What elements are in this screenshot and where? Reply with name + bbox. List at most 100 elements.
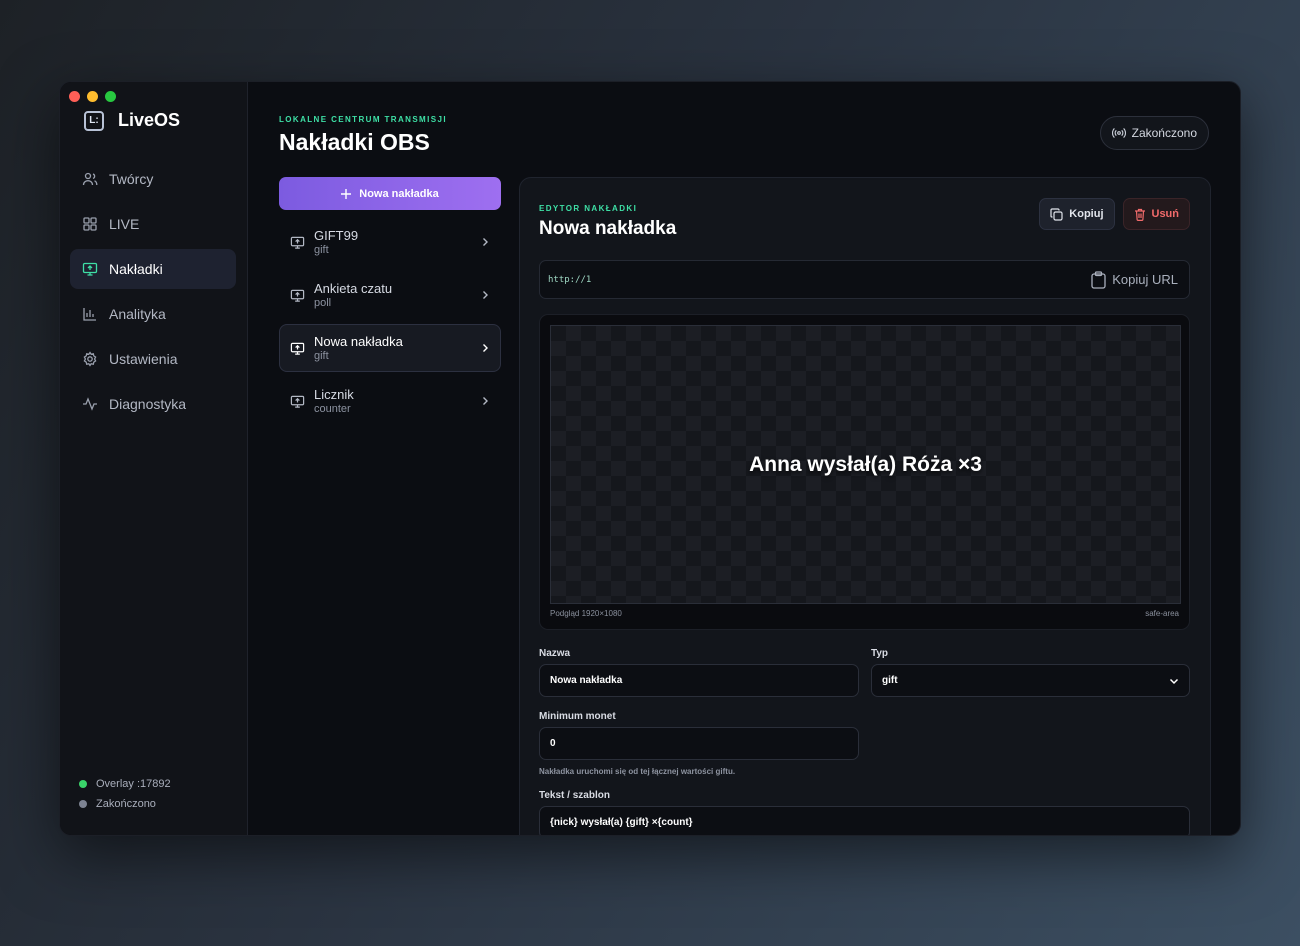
overlay-item-type: poll [314, 296, 332, 309]
sidebar-item-tworcy[interactable]: Twórcy [70, 159, 236, 199]
trash-icon [1134, 208, 1145, 221]
name-value: Nowa nakładka [550, 675, 623, 686]
copy-url-button[interactable]: Kopiuj URL [1091, 270, 1189, 289]
overlay-item[interactable]: Licznik counter [279, 377, 501, 425]
sidebar-item-label: Ustawienia [109, 351, 178, 367]
name-label: Nazwa [539, 648, 571, 659]
preview-footer: Podgląd 1920×1080 safe-area [550, 609, 1179, 618]
copy-button[interactable]: Kopiuj [1039, 198, 1115, 230]
overlay-preview: Anna wysłał(a) Róża ×3 [550, 325, 1181, 604]
overlay-item-name: GIFT99 [314, 227, 359, 243]
overlay-url-field[interactable]: http://1 Kopiuj URL [539, 260, 1190, 299]
minimize-window-button[interactable] [87, 91, 98, 102]
sidebar-nav: Twórcy LIVE Nakładki Analityka Ustawieni… [70, 159, 236, 429]
template-field[interactable]: {nick} wysłał(a) {gift} ×{count} [539, 806, 1190, 835]
broadcast-icon [1111, 127, 1126, 139]
main-content: LOKALNE CENTRUM TRANSMISJI Nakładki OBS … [248, 82, 1240, 835]
chevron-right-icon [483, 397, 488, 405]
template-label: Tekst / szablon [539, 790, 610, 801]
clipboard-icon [1091, 270, 1106, 289]
preview-text: Anna wysłał(a) Róża ×3 [749, 452, 982, 476]
chevron-right-icon [483, 344, 488, 352]
overlay-item-name: Ankieta czatu [314, 280, 393, 296]
overlay-item-selected[interactable]: Nowa nakładka gift [279, 324, 501, 372]
gear-icon [83, 351, 97, 367]
bar-chart-icon [83, 308, 96, 321]
name-field[interactable]: Nowa nakładka [539, 664, 859, 697]
logo-icon: L: [84, 110, 104, 131]
overlay-status-label: Overlay :17892 [96, 778, 171, 790]
preview-caption: Podgląd 1920×1080 [550, 609, 622, 618]
monitor-icon [82, 262, 98, 276]
sidebar-item-nakladki[interactable]: Nakładki [70, 249, 236, 289]
type-label: Typ [871, 648, 889, 659]
chevron-right-icon [483, 291, 488, 299]
status-panel: Overlay :17892 Zakończono [79, 774, 171, 814]
sidebar-item-label: LIVE [109, 216, 140, 232]
page-title: Nakładki OBS [279, 129, 430, 155]
monitor-icon [290, 342, 305, 355]
overlay-list: Nowa nakładka GIFT99 gift Ankieta czatu … [279, 177, 501, 430]
stream-status-pill[interactable]: Zakończono [1099, 116, 1209, 150]
overlay-item-name: Nowa nakładka [314, 333, 403, 349]
overlay-url: http://1 [548, 274, 592, 285]
app-window: L: LiveOS Twórcy LIVE Nakładki Analityka [59, 81, 1241, 836]
min-coins-field[interactable]: 0 [539, 727, 859, 760]
overlay-item-type: counter [314, 402, 351, 415]
sidebar-item-label: Analityka [109, 306, 166, 322]
delete-button[interactable]: Usuń [1122, 198, 1190, 230]
offline-dot-icon [79, 800, 87, 808]
new-overlay-label: Nowa nakładka [359, 187, 439, 200]
delete-button-label: Usuń [1151, 208, 1180, 220]
min-coins-value: 0 [550, 738, 556, 749]
sidebar-item-label: Twórcy [109, 171, 154, 187]
app-name: LiveOS [118, 110, 181, 130]
type-select[interactable]: gift [871, 664, 1190, 697]
overlay-item-name: Licznik [314, 386, 354, 402]
monitor-icon [290, 289, 305, 302]
sidebar-item-live[interactable]: LIVE [70, 204, 236, 244]
overlay-status: Overlay :17892 [79, 774, 171, 794]
users-icon [82, 172, 98, 186]
sidebar-item-ustawienia[interactable]: Ustawienia [70, 339, 236, 379]
overlay-item[interactable]: Ankieta czatu poll [279, 271, 501, 319]
editor-title: Nowa nakładka [539, 218, 677, 239]
stream-status-text: Zakończono [1131, 126, 1197, 140]
sidebar: L: LiveOS Twórcy LIVE Nakładki Analityka [60, 82, 248, 835]
chevron-right-icon [483, 238, 488, 246]
copy-button-label: Kopiuj [1069, 208, 1104, 220]
min-coins-label: Minimum monet [539, 711, 616, 722]
copy-url-label: Kopiuj URL [1112, 272, 1178, 287]
sidebar-item-diagnostyka[interactable]: Diagnostyka [70, 384, 236, 424]
overlay-editor: EDYTOR NAKŁADKI Nowa nakładka Kopiuj Usu… [519, 177, 1211, 835]
window-controls [69, 91, 116, 102]
sidebar-item-analityka[interactable]: Analityka [70, 294, 236, 334]
template-value: {nick} wysłał(a) {gift} ×{count} [550, 817, 693, 828]
editor-eyebrow: EDYTOR NAKŁADKI [539, 204, 638, 213]
sidebar-item-label: Nakładki [109, 261, 163, 277]
overlay-item[interactable]: GIFT99 gift [279, 218, 501, 266]
zoom-window-button[interactable] [105, 91, 116, 102]
brand: L: LiveOS [84, 110, 180, 131]
overlay-item-type: gift [314, 349, 329, 362]
sidebar-item-label: Diagnostyka [109, 396, 187, 412]
stream-status: Zakończono [79, 794, 171, 814]
monitor-icon [290, 395, 305, 408]
close-window-button[interactable] [69, 91, 80, 102]
monitor-icon [290, 236, 305, 249]
activity-icon [83, 397, 97, 411]
grid-icon [83, 217, 97, 231]
plus-icon [341, 188, 352, 199]
copy-icon [1050, 207, 1063, 221]
type-value: gift [882, 675, 898, 686]
stream-status-label: Zakończono [96, 798, 156, 810]
preview-safe-area: safe-area [1145, 609, 1179, 618]
chevron-down-icon [1169, 678, 1179, 684]
min-coins-hint: Nakładka uruchomi się od tej łącznej war… [539, 767, 736, 776]
page-eyebrow: LOKALNE CENTRUM TRANSMISJI [279, 115, 447, 124]
online-dot-icon [79, 780, 87, 788]
preview-panel: Anna wysłał(a) Róża ×3 Podgląd 1920×1080… [539, 314, 1190, 630]
new-overlay-button[interactable]: Nowa nakładka [279, 177, 501, 210]
overlay-item-type: gift [314, 243, 329, 256]
editor-actions: Kopiuj Usuń [1039, 198, 1190, 230]
